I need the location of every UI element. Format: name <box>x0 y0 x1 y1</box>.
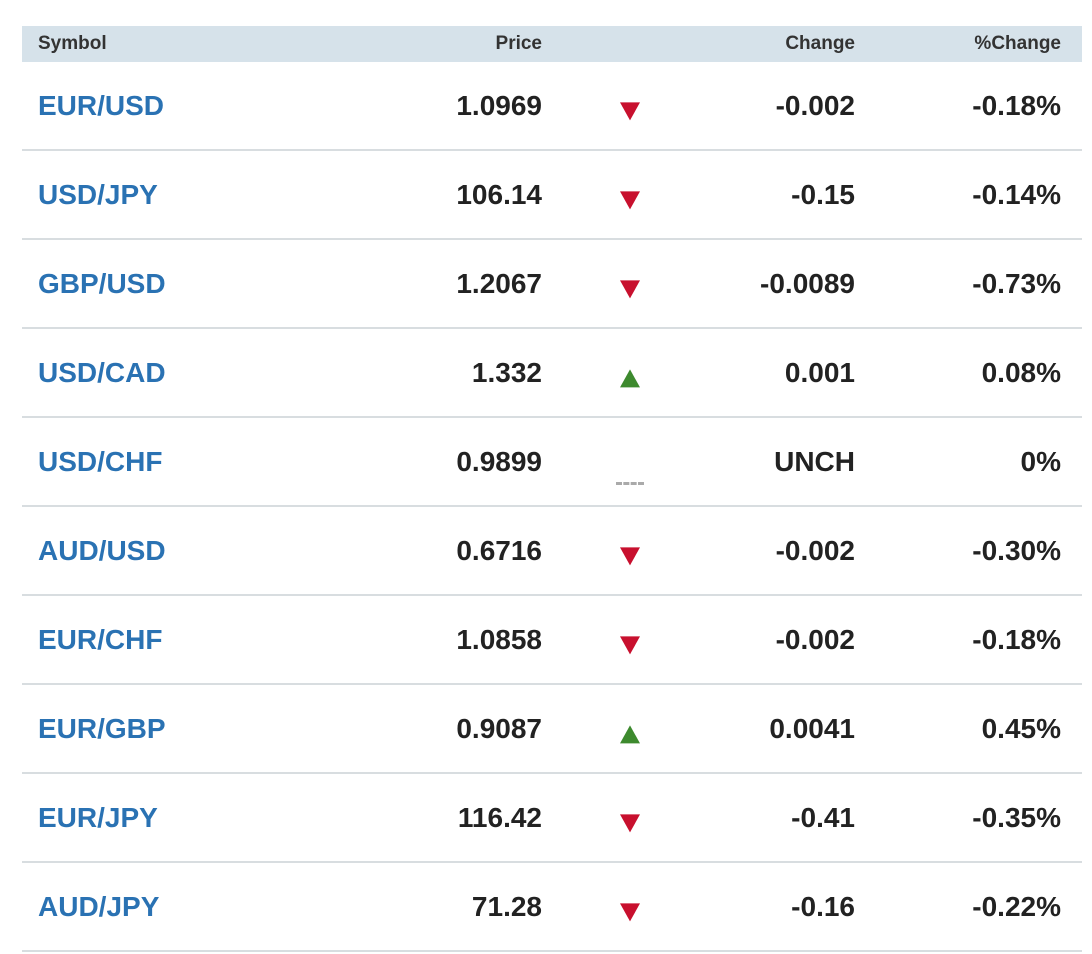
table-row[interactable]: EUR/GBP 0.9087 0.0041 0.45% <box>22 685 1082 774</box>
price-value: 0.6716 <box>456 534 542 566</box>
pct-change-value: -0.22% <box>972 890 1061 922</box>
pct-change-value: -0.18% <box>972 623 1061 655</box>
header-price[interactable]: Price <box>322 33 542 55</box>
change-value: 0.001 <box>784 356 855 388</box>
table-row[interactable]: USD/CHF 0.9899 UNCH 0% <box>22 418 1082 507</box>
direction-cell <box>542 507 717 594</box>
header-change[interactable]: Change <box>717 33 855 55</box>
pct-change-value: 0% <box>1020 445 1061 477</box>
down-arrow-icon <box>619 546 640 565</box>
down-arrow-icon <box>619 279 640 298</box>
symbol-link[interactable]: AUD/USD <box>22 535 322 567</box>
down-arrow-icon <box>619 813 640 832</box>
price-value: 106.14 <box>456 178 542 210</box>
symbol-link[interactable]: EUR/JPY <box>22 802 322 834</box>
table-row[interactable]: USD/CAD 1.332 0.001 0.08% <box>22 329 1082 418</box>
down-arrow-icon <box>619 101 640 120</box>
change-value: -0.16 <box>791 890 855 922</box>
change-value: -0.0089 <box>760 267 855 299</box>
price-value: 1.0969 <box>456 89 542 121</box>
direction-cell <box>542 151 717 238</box>
price-value: 1.0858 <box>456 623 542 655</box>
header-arrow-spacer <box>542 26 717 62</box>
symbol-link[interactable]: EUR/CHF <box>22 624 322 656</box>
forex-quotes-table: Symbol Price Change %Change EUR/USD 1.096… <box>22 26 1082 952</box>
direction-cell <box>542 596 717 683</box>
pct-change-value: -0.14% <box>972 178 1061 210</box>
direction-cell <box>542 418 717 505</box>
direction-cell <box>542 62 717 149</box>
pct-change-value: 0.45% <box>981 712 1061 744</box>
down-arrow-icon <box>619 190 640 209</box>
direction-cell <box>542 863 717 950</box>
direction-cell <box>542 240 717 327</box>
change-value: UNCH <box>774 445 855 477</box>
unchanged-dash-icon <box>615 481 644 485</box>
symbol-link[interactable]: AUD/JPY <box>22 891 322 923</box>
direction-cell <box>542 774 717 861</box>
pct-change-value: 0.08% <box>981 356 1061 388</box>
down-arrow-icon <box>619 635 640 654</box>
price-value: 0.9087 <box>456 712 542 744</box>
header-pct-change[interactable]: %Change <box>855 33 1061 55</box>
change-value: 0.0041 <box>769 712 855 744</box>
pct-change-value: -0.73% <box>972 267 1061 299</box>
symbol-link[interactable]: EUR/GBP <box>22 713 322 745</box>
table-row[interactable]: AUD/JPY 71.28 -0.16 -0.22% <box>22 863 1082 952</box>
pct-change-value: -0.30% <box>972 534 1061 566</box>
down-arrow-icon <box>619 902 640 921</box>
table-header: Symbol Price Change %Change <box>22 26 1082 62</box>
change-value: -0.002 <box>775 623 855 655</box>
price-value: 116.42 <box>457 801 542 833</box>
table-row[interactable]: AUD/USD 0.6716 -0.002 -0.30% <box>22 507 1082 596</box>
price-value: 1.332 <box>471 356 542 388</box>
change-value: -0.41 <box>791 801 855 833</box>
table-row[interactable]: EUR/JPY 116.42 -0.41 -0.35% <box>22 774 1082 863</box>
table-row[interactable]: EUR/CHF 1.0858 -0.002 -0.18% <box>22 596 1082 685</box>
direction-cell <box>542 329 717 416</box>
symbol-link[interactable]: GBP/USD <box>22 268 322 300</box>
symbol-link[interactable]: EUR/USD <box>22 90 322 122</box>
change-value: -0.002 <box>775 89 855 121</box>
price-value: 1.2067 <box>456 267 542 299</box>
pct-change-value: -0.18% <box>972 89 1061 121</box>
symbol-link[interactable]: USD/CAD <box>22 357 322 389</box>
direction-cell <box>542 685 717 772</box>
header-symbol[interactable]: Symbol <box>22 33 322 55</box>
price-value: 71.28 <box>471 890 542 922</box>
price-value: 0.9899 <box>456 445 542 477</box>
symbol-link[interactable]: USD/CHF <box>22 446 322 478</box>
table-row[interactable]: GBP/USD 1.2067 -0.0089 -0.73% <box>22 240 1082 329</box>
up-arrow-icon <box>619 724 640 743</box>
symbol-link[interactable]: USD/JPY <box>22 179 322 211</box>
table-row[interactable]: USD/JPY 106.14 -0.15 -0.14% <box>22 151 1082 240</box>
pct-change-value: -0.35% <box>972 801 1061 833</box>
up-arrow-icon <box>619 368 640 387</box>
change-value: -0.15 <box>791 178 855 210</box>
table-body: EUR/USD 1.0969 -0.002 -0.18% USD/JPY 106.14 -0… <box>22 62 1082 952</box>
table-row[interactable]: EUR/USD 1.0969 -0.002 -0.18% <box>22 62 1082 151</box>
change-value: -0.002 <box>775 534 855 566</box>
